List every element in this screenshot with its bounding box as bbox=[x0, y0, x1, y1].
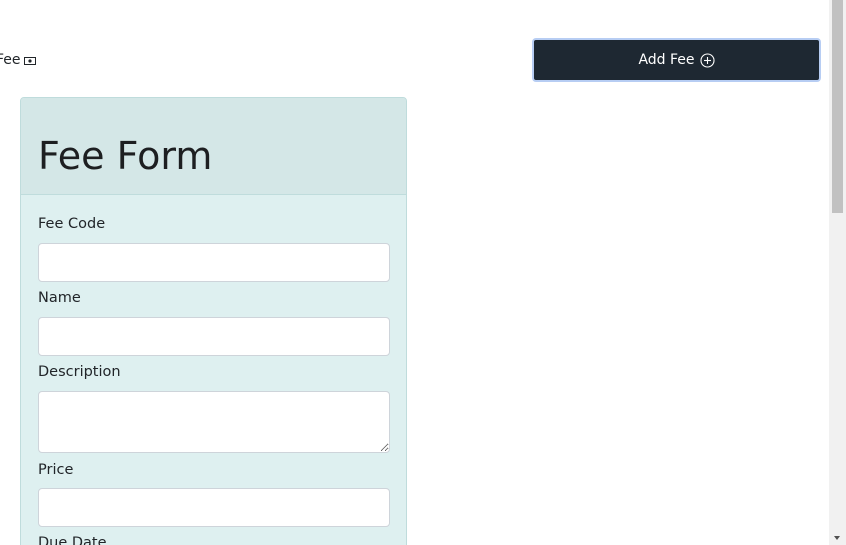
add-fee-button-label: Add Fee bbox=[638, 52, 695, 68]
name-label: Name bbox=[38, 290, 81, 306]
description-textarea[interactable] bbox=[38, 391, 390, 453]
add-fee-button[interactable]: Add Fee bbox=[532, 38, 821, 82]
price-label: Price bbox=[38, 462, 74, 478]
description-label: Description bbox=[38, 364, 121, 380]
scroll-down-arrow-icon[interactable] bbox=[834, 536, 840, 540]
card-header: Fee Form bbox=[21, 98, 406, 195]
fee-code-input[interactable] bbox=[38, 243, 390, 282]
name-input[interactable] bbox=[38, 317, 390, 356]
fee-code-label: Fee Code bbox=[38, 216, 106, 232]
vertical-scrollbar[interactable] bbox=[829, 0, 846, 545]
scrollbar-thumb[interactable] bbox=[832, 0, 843, 213]
money-icon bbox=[23, 54, 36, 66]
page: Fee Add Fee Fee Form Fee Code Name bbox=[0, 0, 846, 545]
page-heading: Fee bbox=[0, 51, 36, 69]
due-date-label: Due Date bbox=[38, 535, 107, 545]
plus-circle-icon bbox=[699, 52, 715, 68]
price-input[interactable] bbox=[38, 488, 390, 527]
fee-form-card: Fee Form Fee Code Name Description Price… bbox=[20, 97, 407, 545]
page-heading-text: Fee bbox=[0, 52, 21, 68]
form-title: Fee Form bbox=[38, 134, 213, 178]
